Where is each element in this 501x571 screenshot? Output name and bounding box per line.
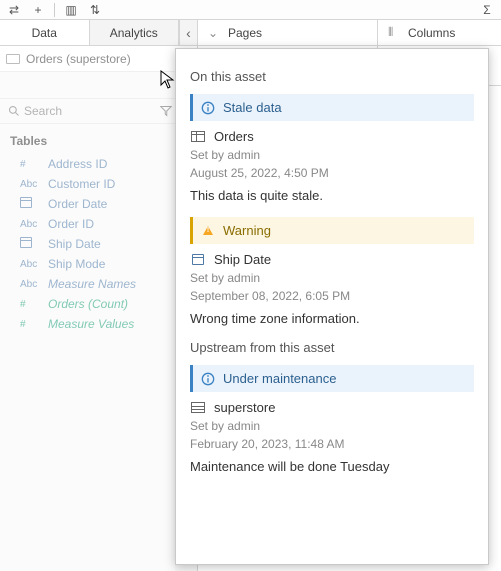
field-ship-date[interactable]: Ship Date <box>0 234 197 254</box>
hash-icon: # <box>20 319 38 330</box>
datasource-row[interactable]: Orders (superstore) <box>0 46 197 72</box>
columns-shelf[interactable]: ⦀ Columns <box>378 20 501 45</box>
abc-icon: Abc <box>20 179 38 190</box>
search-input[interactable]: Search <box>4 104 153 118</box>
message-text: Maintenance will be done Tuesday <box>190 459 474 474</box>
message-text: This data is quite stale. <box>190 188 474 203</box>
asset-name: superstore <box>214 400 275 415</box>
hash-icon: # <box>20 159 38 170</box>
banner-label: Under maintenance <box>223 371 336 386</box>
set-by-text: Set by admin <box>190 269 474 287</box>
datasource-icon <box>6 54 20 64</box>
field-measure-values[interactable]: #Measure Values <box>0 314 197 334</box>
calendar-icon <box>190 254 206 265</box>
banner-label: Warning <box>223 223 271 238</box>
field-order-id[interactable]: AbcOrder ID <box>0 214 197 234</box>
calendar-icon <box>20 197 38 211</box>
chart-icon[interactable]: ▥ <box>63 2 79 18</box>
tab-data[interactable]: Data <box>0 20 90 45</box>
banner-stale-data[interactable]: Stale data <box>190 94 474 121</box>
top-toolbar: ⇄ + ▥ ⇅ Σ <box>0 0 501 20</box>
asset-name: Ship Date <box>214 252 271 267</box>
collapse-pane-icon[interactable]: ‹ <box>179 20 197 45</box>
tab-analytics[interactable]: Analytics <box>90 20 180 45</box>
hash-icon: # <box>20 299 38 310</box>
asset-row-ship-date[interactable]: Ship Date <box>190 252 474 267</box>
data-pane: Data Analytics ‹ Orders (superstore) Sea… <box>0 20 198 571</box>
info-icon <box>201 101 215 115</box>
field-address-id[interactable]: #Address ID <box>0 154 197 174</box>
swap-icon[interactable]: ⇄ <box>6 2 22 18</box>
sigma-icon[interactable]: Σ <box>479 2 495 18</box>
banner-label: Stale data <box>223 100 282 115</box>
field-measure-names[interactable]: AbcMeasure Names <box>0 274 197 294</box>
warning-icon <box>201 224 215 238</box>
add-icon[interactable]: + <box>30 2 46 18</box>
set-by-text: Set by admin <box>190 146 474 164</box>
field-orders-count[interactable]: #Orders (Count) <box>0 294 197 314</box>
banner-maintenance[interactable]: Under maintenance <box>190 365 474 392</box>
search-placeholder: Search <box>24 104 62 118</box>
tables-header: Tables <box>0 124 197 154</box>
pages-label: Pages <box>228 26 262 40</box>
columns-icon: ⦀ <box>388 25 402 40</box>
search-row: Search ▾ <box>0 98 197 124</box>
filter-icon[interactable] <box>157 105 175 117</box>
table-icon <box>190 131 206 142</box>
calendar-icon <box>20 237 38 251</box>
popover-section-on-asset: On this asset <box>190 69 474 84</box>
info-icon <box>201 372 215 386</box>
asset-name: Orders <box>214 129 254 144</box>
chevron-down-icon: ⌄ <box>208 26 222 40</box>
field-customer-id[interactable]: AbcCustomer ID <box>0 174 197 194</box>
field-ship-mode[interactable]: AbcShip Mode <box>0 254 197 274</box>
side-tabs: Data Analytics ‹ <box>0 20 197 46</box>
abc-icon: Abc <box>20 279 38 290</box>
timestamp-text: August 25, 2022, 4:50 PM <box>190 164 474 182</box>
timestamp-text: September 08, 2022, 6:05 PM <box>190 287 474 305</box>
asset-row-orders[interactable]: Orders <box>190 129 474 144</box>
set-by-text: Set by admin <box>190 417 474 435</box>
message-text: Wrong time zone information. <box>190 311 474 326</box>
popover-section-upstream: Upstream from this asset <box>190 340 474 355</box>
divider <box>54 3 55 17</box>
data-quality-popover: On this asset Stale data Orders Set by a… <box>175 48 489 565</box>
database-icon <box>190 402 206 413</box>
shelf-header-row: ⌄ Pages ⦀ Columns <box>198 20 501 46</box>
search-icon <box>8 105 20 117</box>
datasource-name: Orders (superstore) <box>26 52 131 66</box>
columns-label: Columns <box>408 26 455 40</box>
asset-row-superstore[interactable]: superstore <box>190 400 474 415</box>
timestamp-text: February 20, 2023, 11:48 AM <box>190 435 474 453</box>
field-order-date[interactable]: Order Date <box>0 194 197 214</box>
sort-icon[interactable]: ⇅ <box>87 2 103 18</box>
abc-icon: Abc <box>20 219 38 230</box>
pages-shelf[interactable]: ⌄ Pages <box>198 20 378 45</box>
banner-warning[interactable]: Warning <box>190 217 474 244</box>
abc-icon: Abc <box>20 259 38 270</box>
